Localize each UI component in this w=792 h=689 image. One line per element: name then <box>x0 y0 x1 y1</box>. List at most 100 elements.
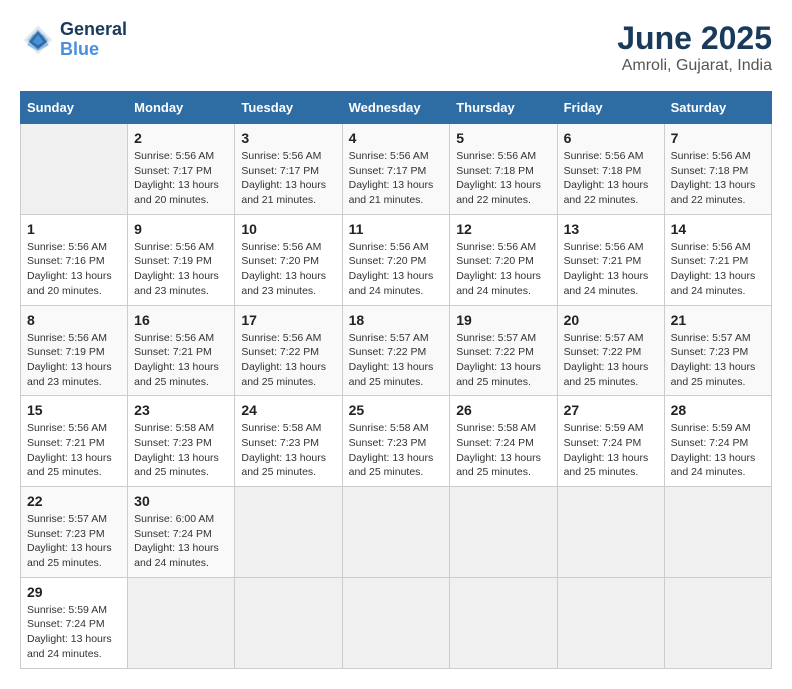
week-row: 8 Sunrise: 5:56 AM Sunset: 7:19 PM Dayli… <box>21 305 772 396</box>
daylight-text: Daylight: 13 hours and 22 minutes. <box>564 178 658 207</box>
week-row: 1 Sunrise: 5:56 AM Sunset: 7:16 PM Dayli… <box>21 214 772 305</box>
daylight-text: Daylight: 13 hours and 24 minutes. <box>134 541 228 570</box>
sunset-text: Sunset: 7:20 PM <box>456 254 550 269</box>
week-row: 22 Sunrise: 5:57 AM Sunset: 7:23 PM Dayl… <box>21 487 772 578</box>
day-number: 29 <box>27 584 121 600</box>
day-info: Sunrise: 5:56 AM Sunset: 7:18 PM Dayligh… <box>564 149 658 208</box>
day-number: 10 <box>241 221 335 237</box>
sunset-text: Sunset: 7:23 PM <box>349 436 444 451</box>
day-info: Sunrise: 5:56 AM Sunset: 7:17 PM Dayligh… <box>134 149 228 208</box>
sunrise-text: Sunrise: 5:56 AM <box>134 331 228 346</box>
calendar-cell: 17 Sunrise: 5:56 AM Sunset: 7:22 PM Dayl… <box>235 305 342 396</box>
day-info: Sunrise: 6:00 AM Sunset: 7:24 PM Dayligh… <box>134 512 228 571</box>
daylight-text: Daylight: 13 hours and 23 minutes. <box>241 269 335 298</box>
day-info: Sunrise: 5:56 AM Sunset: 7:16 PM Dayligh… <box>27 240 121 299</box>
calendar-cell: 4 Sunrise: 5:56 AM Sunset: 7:17 PM Dayli… <box>342 124 450 215</box>
sunset-text: Sunset: 7:24 PM <box>27 617 121 632</box>
day-number: 6 <box>564 130 658 146</box>
day-info: Sunrise: 5:57 AM Sunset: 7:22 PM Dayligh… <box>349 331 444 390</box>
week-row: 29 Sunrise: 5:59 AM Sunset: 7:24 PM Dayl… <box>21 577 772 668</box>
sunrise-text: Sunrise: 5:58 AM <box>134 421 228 436</box>
calendar-cell: 19 Sunrise: 5:57 AM Sunset: 7:22 PM Dayl… <box>450 305 557 396</box>
day-number: 21 <box>671 312 765 328</box>
calendar-title: June 2025 <box>617 20 772 57</box>
sunset-text: Sunset: 7:23 PM <box>671 345 765 360</box>
daylight-text: Daylight: 13 hours and 24 minutes. <box>349 269 444 298</box>
calendar-cell: 30 Sunrise: 6:00 AM Sunset: 7:24 PM Dayl… <box>128 487 235 578</box>
sunset-text: Sunset: 7:23 PM <box>134 436 228 451</box>
day-number: 3 <box>241 130 335 146</box>
sunset-text: Sunset: 7:17 PM <box>241 164 335 179</box>
calendar-cell: 2 Sunrise: 5:56 AM Sunset: 7:17 PM Dayli… <box>128 124 235 215</box>
sunrise-text: Sunrise: 5:56 AM <box>456 149 550 164</box>
day-number: 13 <box>564 221 658 237</box>
day-info: Sunrise: 5:57 AM Sunset: 7:23 PM Dayligh… <box>671 331 765 390</box>
day-number: 28 <box>671 402 765 418</box>
daylight-text: Daylight: 13 hours and 25 minutes. <box>564 451 658 480</box>
calendar-cell: 1 Sunrise: 5:56 AM Sunset: 7:16 PM Dayli… <box>21 214 128 305</box>
calendar-body: 2 Sunrise: 5:56 AM Sunset: 7:17 PM Dayli… <box>21 124 772 669</box>
day-info: Sunrise: 5:56 AM Sunset: 7:20 PM Dayligh… <box>349 240 444 299</box>
day-number: 27 <box>564 402 658 418</box>
calendar-cell: 14 Sunrise: 5:56 AM Sunset: 7:21 PM Dayl… <box>664 214 771 305</box>
sunrise-text: Sunrise: 5:56 AM <box>564 149 658 164</box>
sunrise-text: Sunrise: 6:00 AM <box>134 512 228 527</box>
daylight-text: Daylight: 13 hours and 23 minutes. <box>27 360 121 389</box>
calendar-cell: 27 Sunrise: 5:59 AM Sunset: 7:24 PM Dayl… <box>557 396 664 487</box>
calendar-cell: 18 Sunrise: 5:57 AM Sunset: 7:22 PM Dayl… <box>342 305 450 396</box>
calendar-cell <box>235 487 342 578</box>
day-info: Sunrise: 5:57 AM Sunset: 7:22 PM Dayligh… <box>564 331 658 390</box>
sunset-text: Sunset: 7:20 PM <box>241 254 335 269</box>
calendar-cell: 22 Sunrise: 5:57 AM Sunset: 7:23 PM Dayl… <box>21 487 128 578</box>
sunset-text: Sunset: 7:22 PM <box>456 345 550 360</box>
calendar-cell: 12 Sunrise: 5:56 AM Sunset: 7:20 PM Dayl… <box>450 214 557 305</box>
day-number: 24 <box>241 402 335 418</box>
day-info: Sunrise: 5:58 AM Sunset: 7:23 PM Dayligh… <box>349 421 444 480</box>
daylight-text: Daylight: 13 hours and 24 minutes. <box>671 451 765 480</box>
day-number: 30 <box>134 493 228 509</box>
sunrise-text: Sunrise: 5:56 AM <box>349 149 444 164</box>
daylight-text: Daylight: 13 hours and 24 minutes. <box>671 269 765 298</box>
logo-text: General Blue <box>60 20 127 60</box>
calendar-cell: 13 Sunrise: 5:56 AM Sunset: 7:21 PM Dayl… <box>557 214 664 305</box>
day-info: Sunrise: 5:59 AM Sunset: 7:24 PM Dayligh… <box>564 421 658 480</box>
daylight-text: Daylight: 13 hours and 21 minutes. <box>349 178 444 207</box>
sunset-text: Sunset: 7:18 PM <box>564 164 658 179</box>
sunrise-text: Sunrise: 5:56 AM <box>27 421 121 436</box>
col-sunday: Sunday <box>21 92 128 124</box>
calendar-cell: 6 Sunrise: 5:56 AM Sunset: 7:18 PM Dayli… <box>557 124 664 215</box>
sunrise-text: Sunrise: 5:56 AM <box>564 240 658 255</box>
col-friday: Friday <box>557 92 664 124</box>
sunrise-text: Sunrise: 5:57 AM <box>349 331 444 346</box>
sunset-text: Sunset: 7:19 PM <box>134 254 228 269</box>
sunset-text: Sunset: 7:21 PM <box>564 254 658 269</box>
daylight-text: Daylight: 13 hours and 23 minutes. <box>134 269 228 298</box>
calendar-cell: 5 Sunrise: 5:56 AM Sunset: 7:18 PM Dayli… <box>450 124 557 215</box>
sunrise-text: Sunrise: 5:58 AM <box>241 421 335 436</box>
day-number: 26 <box>456 402 550 418</box>
day-number: 4 <box>349 130 444 146</box>
day-info: Sunrise: 5:58 AM Sunset: 7:23 PM Dayligh… <box>134 421 228 480</box>
sunset-text: Sunset: 7:21 PM <box>671 254 765 269</box>
day-number: 23 <box>134 402 228 418</box>
day-number: 16 <box>134 312 228 328</box>
day-number: 1 <box>27 221 121 237</box>
sunset-text: Sunset: 7:18 PM <box>671 164 765 179</box>
calendar-cell <box>450 577 557 668</box>
sunrise-text: Sunrise: 5:56 AM <box>134 240 228 255</box>
daylight-text: Daylight: 13 hours and 22 minutes. <box>671 178 765 207</box>
day-info: Sunrise: 5:56 AM Sunset: 7:21 PM Dayligh… <box>671 240 765 299</box>
sunset-text: Sunset: 7:21 PM <box>27 436 121 451</box>
header-row: Sunday Monday Tuesday Wednesday Thursday… <box>21 92 772 124</box>
day-info: Sunrise: 5:56 AM Sunset: 7:20 PM Dayligh… <box>456 240 550 299</box>
sunrise-text: Sunrise: 5:57 AM <box>456 331 550 346</box>
sunset-text: Sunset: 7:16 PM <box>27 254 121 269</box>
sunset-text: Sunset: 7:22 PM <box>349 345 444 360</box>
daylight-text: Daylight: 13 hours and 25 minutes. <box>564 360 658 389</box>
calendar-cell: 8 Sunrise: 5:56 AM Sunset: 7:19 PM Dayli… <box>21 305 128 396</box>
daylight-text: Daylight: 13 hours and 24 minutes. <box>456 269 550 298</box>
sunset-text: Sunset: 7:17 PM <box>134 164 228 179</box>
title-block: June 2025 Amroli, Gujarat, India <box>617 20 772 75</box>
calendar-cell: 9 Sunrise: 5:56 AM Sunset: 7:19 PM Dayli… <box>128 214 235 305</box>
sunrise-text: Sunrise: 5:56 AM <box>241 331 335 346</box>
